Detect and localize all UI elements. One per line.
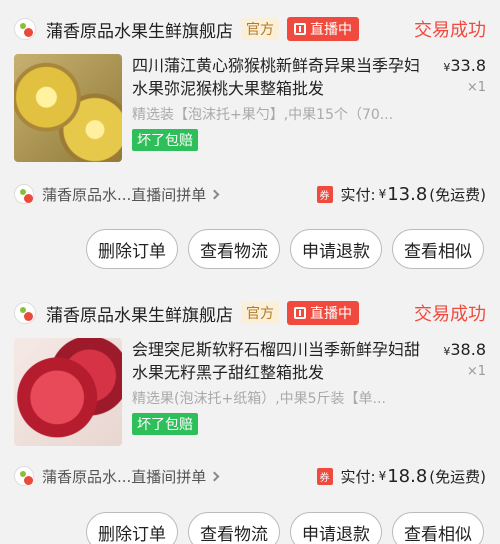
group-buy-row[interactable]: 蒲香原品水...直播间拼单 券 实付: ¥ 13.8 (免运费) [14, 182, 486, 206]
voucher-badge: 券 [316, 185, 333, 203]
live-badge-label: 直播中 [310, 306, 352, 322]
product-spec: 精选果(泡沫托+纸箱）,中果5斤装【单... [132, 391, 386, 407]
delete-order-button[interactable]: 删除订单 [86, 229, 178, 269]
product-spec: 精选装【泡沫托+果勺】,中果15个（70... [132, 107, 394, 123]
guarantee-badge: 坏了包赔 [132, 129, 198, 151]
live-icon [294, 23, 306, 35]
official-badge: 官方 [241, 302, 279, 324]
product-image[interactable] [14, 54, 122, 162]
shop-name[interactable]: 蒲香原品水果生鲜旗舰店 [46, 301, 233, 326]
paid-label: 实付: [340, 185, 376, 204]
paid-amount: 18.8 [387, 465, 428, 487]
product-image[interactable] [14, 338, 122, 446]
voucher-badge: 券 [316, 467, 333, 485]
shop-logo-icon [14, 302, 36, 324]
paid-currency: ¥ [378, 469, 387, 483]
live-badge[interactable]: 直播中 [287, 17, 359, 41]
order-actions: 删除订单 查看物流 申请退款 查看相似 [86, 512, 484, 544]
price-value: 38.8 [450, 340, 486, 359]
order-status: 交易成功 [414, 20, 486, 41]
request-refund-button[interactable]: 申请退款 [290, 229, 382, 269]
shop-logo-icon [14, 18, 36, 40]
shop-name[interactable]: 蒲香原品水果生鲜旗舰店 [46, 17, 233, 42]
price-value: 33.8 [450, 56, 486, 75]
chevron-right-icon [209, 471, 220, 481]
product-quantity: ×1 [466, 80, 486, 95]
product-price: ¥38.8 [443, 340, 486, 359]
paid-currency: ¥ [378, 187, 387, 201]
view-similar-button[interactable]: 查看相似 [392, 512, 484, 544]
live-icon [294, 307, 306, 319]
delete-order-button[interactable]: 删除订单 [86, 512, 178, 544]
shipping-note: (免运费) [429, 185, 486, 204]
shipping-note: (免运费) [429, 467, 486, 486]
order-actions: 删除订单 查看物流 申请退款 查看相似 [86, 229, 484, 269]
paid-label: 实付: [340, 467, 376, 486]
group-buy-row[interactable]: 蒲香原品水...直播间拼单 券 实付: ¥ 18.8 (免运费) [14, 464, 486, 488]
order-card[interactable]: 蒲香原品水果生鲜旗舰店 官方 直播中 交易成功 会理突尼斯软籽石榴四川当季新鲜孕… [0, 290, 500, 544]
view-logistics-button[interactable]: 查看物流 [188, 512, 280, 544]
product-title[interactable]: 四川蒲江黄心猕猴桃新鲜奇异果当季孕妇水果弥泥猴桃大果整箱批发 [132, 54, 428, 100]
shop-logo-icon [14, 466, 34, 486]
paid-amount: 13.8 [387, 183, 428, 205]
view-logistics-button[interactable]: 查看物流 [188, 229, 280, 269]
group-buy-label[interactable]: 蒲香原品水...直播间拼单 [42, 466, 206, 487]
order-status: 交易成功 [414, 304, 486, 325]
group-buy-label[interactable]: 蒲香原品水...直播间拼单 [42, 184, 206, 205]
live-badge[interactable]: 直播中 [287, 301, 359, 325]
request-refund-button[interactable]: 申请退款 [290, 512, 382, 544]
shop-header[interactable]: 蒲香原品水果生鲜旗舰店 官方 直播中 交易成功 [14, 298, 486, 328]
order-card[interactable]: 蒲香原品水果生鲜旗舰店 官方 直播中 交易成功 四川蒲江黄心猕猴桃新鲜奇异果当季… [0, 0, 500, 288]
live-badge-label: 直播中 [310, 22, 352, 38]
product-price: ¥33.8 [443, 56, 486, 75]
product-title[interactable]: 会理突尼斯软籽石榴四川当季新鲜孕妇甜水果无籽黑子甜红整箱批发 [132, 338, 428, 384]
shop-header[interactable]: 蒲香原品水果生鲜旗舰店 官方 直播中 交易成功 [14, 14, 486, 44]
guarantee-badge: 坏了包赔 [132, 413, 198, 435]
product-quantity: ×1 [466, 364, 486, 379]
shop-logo-icon [14, 184, 34, 204]
chevron-right-icon [209, 189, 220, 199]
view-similar-button[interactable]: 查看相似 [392, 229, 484, 269]
official-badge: 官方 [241, 18, 279, 40]
